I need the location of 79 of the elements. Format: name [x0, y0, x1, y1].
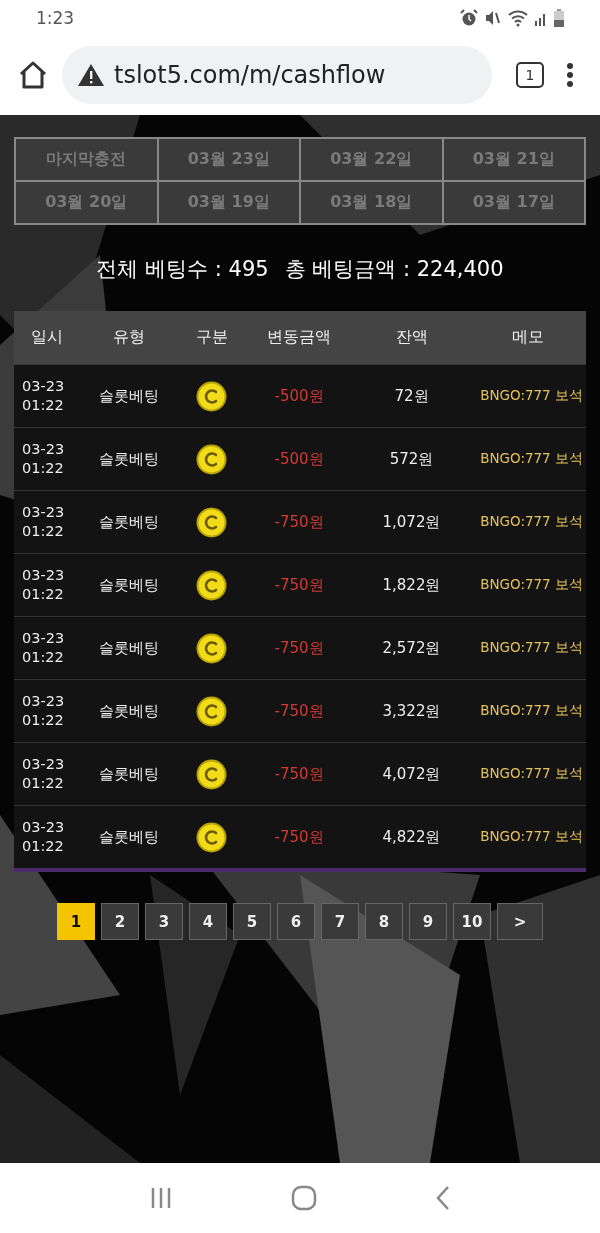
amount-cell-text: -750원	[273, 512, 325, 532]
date-cell-text: 03-23 01:22	[21, 377, 66, 415]
home-button-icon[interactable]	[291, 1185, 317, 1211]
page-button[interactable]: 6	[277, 903, 315, 940]
amount-cell-text: -750원	[273, 764, 325, 784]
bet-count-text: 전체 베팅수 : 495	[96, 256, 269, 283]
coin-icon	[196, 380, 227, 412]
url-text: tslot5.com/m/cashflow	[114, 61, 386, 89]
amount-cell-text: -750원	[273, 638, 325, 658]
type-cell-text: 슬롯베팅	[98, 512, 160, 532]
type-cell-text: 슬롯베팅	[98, 575, 160, 595]
balance-cell-text: 2,572원	[381, 638, 442, 658]
page-button[interactable]: 9	[409, 903, 447, 940]
memo-cell-text: BNGO:777 보석	[479, 702, 584, 720]
balance-cell-text: 4,072원	[381, 764, 442, 784]
page-button[interactable]: 8	[365, 903, 403, 940]
column-header: 유형	[112, 327, 146, 348]
type-cell-text: 슬롯베팅	[98, 449, 160, 469]
column-header: 메모	[510, 327, 545, 348]
coin-icon	[196, 695, 227, 727]
balance-cell-text: 572원	[388, 449, 435, 469]
page-button[interactable]: 10	[453, 903, 491, 940]
memo-cell-text: BNGO:777 보석	[479, 765, 584, 783]
column-header: 변동금액	[266, 327, 332, 348]
battery-icon	[554, 8, 564, 27]
coin-icon	[196, 443, 227, 475]
address-bar[interactable]: tslot5.com/m/cashflow	[62, 46, 492, 104]
date-cell-text: 03-23 01:22	[21, 566, 66, 604]
tab-count-button[interactable]: 1	[516, 62, 544, 88]
date-cell-text: 03-23 01:22	[21, 755, 66, 793]
coin-icon	[196, 506, 227, 538]
home-icon[interactable]	[18, 61, 48, 89]
wifi-icon	[508, 8, 528, 27]
balance-cell-text: 1,822원	[381, 575, 442, 595]
recent-apps-icon[interactable]	[149, 1186, 173, 1210]
amount-cell-text: -500원	[273, 386, 325, 406]
coin-icon	[196, 758, 227, 790]
amount-cell-text: -750원	[273, 701, 325, 721]
type-cell-text: 슬롯베팅	[98, 386, 160, 406]
balance-cell-text: 72원	[393, 386, 430, 406]
balance-cell-text: 1,072원	[381, 512, 442, 532]
balance-cell-text: 4,822원	[381, 827, 442, 847]
coin-icon	[196, 821, 227, 853]
page-button[interactable]: 4	[189, 903, 227, 940]
page-button[interactable]: >	[497, 903, 543, 940]
coin-icon	[196, 632, 227, 664]
warning-icon	[78, 64, 104, 86]
type-cell-text: 슬롯베팅	[98, 827, 160, 847]
amount-cell-text: -500원	[273, 449, 325, 469]
memo-cell-text: BNGO:777 보석	[479, 828, 584, 846]
memo-cell-text: BNGO:777 보석	[479, 450, 584, 468]
date-cell-text: 03-23 01:22	[21, 629, 66, 667]
column-header: 일시	[29, 327, 64, 348]
status-time: 1:23	[36, 7, 75, 28]
type-cell-text: 슬롯베팅	[98, 764, 160, 784]
coin-icon	[196, 569, 227, 601]
bet-amount-text: 총 베팅금액 : 224,400	[284, 256, 504, 283]
date-cell-text: 03-23 01:22	[21, 692, 66, 730]
column-header: 구분	[194, 327, 229, 348]
amount-cell-text: -750원	[273, 575, 325, 595]
memo-cell-text: BNGO:777 보석	[479, 387, 584, 405]
memo-cell-text: BNGO:777 보석	[479, 639, 584, 657]
page-button[interactable]: 1	[57, 903, 95, 940]
back-icon[interactable]	[435, 1185, 451, 1211]
amount-cell-text: -750원	[273, 827, 325, 847]
page-button[interactable]: 7	[321, 903, 359, 940]
memo-cell-text: BNGO:777 보석	[479, 576, 584, 594]
page-button[interactable]: 2	[101, 903, 139, 940]
column-header: 잔액	[394, 327, 429, 348]
page-button[interactable]: 3	[145, 903, 183, 940]
date-cell-text: 03-23 01:22	[21, 503, 66, 541]
page-button[interactable]: 5	[233, 903, 271, 940]
date-cell-text: 03-23 01:22	[21, 440, 66, 478]
type-cell-text: 슬롯베팅	[98, 638, 160, 658]
balance-cell-text: 3,322원	[381, 701, 442, 721]
memo-cell-text: BNGO:777 보석	[479, 513, 584, 531]
type-cell-text: 슬롯베팅	[98, 701, 160, 721]
alarm-icon	[460, 8, 478, 27]
date-cell-text: 03-23 01:22	[21, 818, 66, 856]
